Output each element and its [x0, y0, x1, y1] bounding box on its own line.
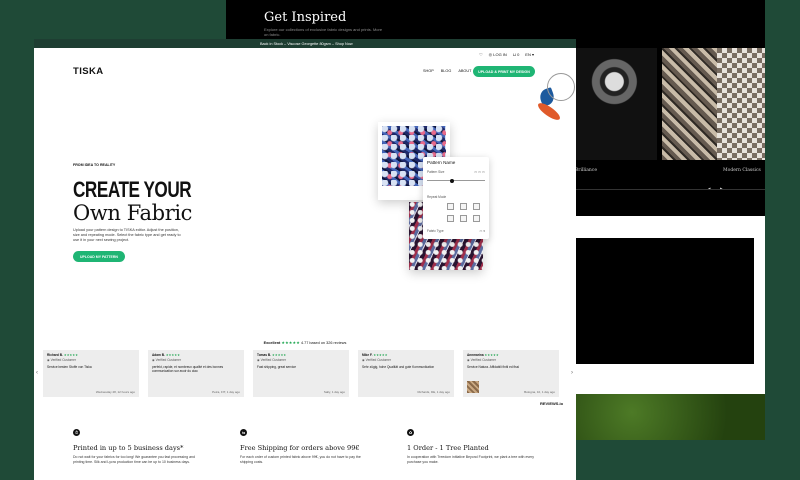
review-date: Sally, 1 day ago: [323, 390, 345, 394]
pattern-editor-panel: Pattern Name Pattern Size ▭ ▭ ▭ Repeat Mo…: [423, 157, 489, 239]
feature-description: For each order of custom printed fabric …: [240, 455, 361, 464]
feature-description: Do not wait for your fabrics for too lon…: [73, 455, 195, 464]
upload-print-design-button[interactable]: UPLOAD & PRINT MY DESIGN: [473, 66, 535, 77]
announcement-bar[interactable]: Back in Stock – Viscose Georgette 80gsm …: [34, 39, 576, 48]
top-utility-bar: ♡ ◎ LOG IN ⊔ 0 EN ▾: [34, 48, 576, 61]
nav-item-about[interactable]: ABOUT: [458, 69, 471, 73]
feature-fast-printing: ⏱ Printed in up to 5 business days* Do n…: [73, 429, 203, 465]
tree-icon: ✿: [407, 429, 414, 436]
star-icons: ★★★★★: [63, 353, 79, 357]
chevron-down-icon: ▾: [531, 52, 534, 57]
star-icons: ★★★★★: [484, 353, 499, 357]
fabric-type-label: Fabric Type: [427, 229, 444, 233]
site-logo[interactable]: TISKA: [73, 66, 104, 77]
rating-summary: Excellent ★★★★★ 4.77 based on 326 review…: [34, 340, 576, 345]
decorative-line-art-icon: [547, 73, 575, 101]
main-navigation: TISKA SHOP BLOG ABOUT UPLOAD & PRINT MY …: [34, 66, 576, 78]
feature-tree-planted: ✿ 1 Order - 1 Tree Planted In cooperatio…: [407, 429, 537, 465]
cart-link[interactable]: ⊔ 0: [513, 52, 519, 57]
review-card[interactable]: Mike F. ★★★★★ ◉ Verified Customer Sehr z…: [358, 350, 454, 397]
back-page-subtitle: Explore our collections of exclusive fab…: [264, 27, 383, 37]
review-text: Fast shipping, great service: [257, 365, 296, 369]
hero-title-line2: Own Fabric: [73, 201, 193, 225]
star-icons: ★★★★★: [272, 353, 287, 357]
review-text: Service besten Stoffe von Tiska: [47, 365, 92, 369]
hero-title-line1: CREATE YOUR: [73, 177, 192, 202]
login-link[interactable]: ◎ LOG IN: [489, 52, 507, 57]
review-card[interactable]: Tomas B. ★★★★★ ◉ Verified Customer Fast …: [253, 350, 349, 397]
inspiration-photo-closeup[interactable]: [662, 48, 718, 160]
repeat-option-4[interactable]: [447, 215, 454, 222]
feature-title: 1 Order - 1 Tree Planted: [407, 444, 489, 452]
hero-description: Upload your pattern design to TISKA edit…: [73, 228, 181, 242]
feature-title: Printed in up to 5 business days*: [73, 444, 184, 452]
repeat-option-3[interactable]: [473, 203, 480, 210]
repeat-option-1[interactable]: [447, 203, 454, 210]
heart-icon[interactable]: ♡: [479, 52, 483, 57]
star-icons: ★★★★★: [373, 353, 388, 357]
reviews-io-logo[interactable]: REVIEWS.io: [540, 401, 563, 406]
reviews-prev-icon[interactable]: ‹: [36, 370, 38, 376]
inspiration-photo-model[interactable]: [575, 48, 657, 160]
pattern-size-label: Pattern Size: [427, 170, 445, 174]
editor-title: Pattern Name: [427, 160, 456, 165]
pattern-size-input[interactable]: ▭ ▭ ▭: [474, 170, 485, 174]
divider: [575, 189, 765, 190]
feature-title: Free Shipping for orders above 99€: [240, 444, 360, 452]
review-date: Bologna, 10, 1 day ago: [524, 390, 555, 394]
review-card[interactable]: Annmarina ★★★★★ ◉ Verified Customer Serv…: [463, 350, 559, 397]
back-page-title: Get Inspired: [264, 10, 347, 25]
review-date: Richards, DE, 1 day ago: [417, 390, 450, 394]
review-text: Service Natura. Affidabili finiti ed fis…: [467, 365, 520, 369]
review-card[interactable]: Richard B. ★★★★★ ◉ Verified Customer Ser…: [43, 350, 139, 397]
pattern-size-slider[interactable]: [427, 178, 485, 183]
rating-label: Excellent: [263, 341, 281, 345]
repeat-option-5[interactable]: [460, 215, 467, 222]
clock-icon: ⏱: [73, 429, 80, 436]
repeat-mode-options: [427, 203, 485, 229]
language-selector[interactable]: EN ▾: [525, 52, 534, 57]
feature-description: In cooperation with Treedom initiative B…: [407, 455, 535, 464]
upload-pattern-button[interactable]: UPLOAD MY PATTERN: [73, 251, 125, 262]
reviews-next-icon[interactable]: ›: [571, 370, 573, 376]
nav-menu: SHOP BLOG ABOUT: [423, 69, 471, 73]
inspiration-photo-checks[interactable]: [717, 48, 765, 160]
star-icons: ★★★★★: [165, 353, 181, 357]
back-forest-image: [575, 394, 765, 440]
back-caption-1: Brilliance: [575, 168, 597, 173]
review-card[interactable]: Adam B. ★★★★★ ◉ Verified Customer perfek…: [148, 350, 244, 397]
review-date: Petra, FIT, 1 day ago: [212, 390, 240, 394]
rating-stars-icon: ★★★★★: [281, 341, 300, 345]
repeat-option-2[interactable]: [460, 203, 467, 210]
nav-item-blog[interactable]: BLOG: [441, 69, 452, 73]
foreground-browser-window: Back in Stock – Viscose Georgette 80gsm …: [34, 39, 576, 480]
feature-free-shipping: ⇆ Free Shipping for orders above 99€ For…: [240, 429, 370, 465]
review-text: perfekt, rapide, et nombreux qualité et …: [152, 365, 224, 373]
repeat-mode-label: Repeat Mode: [427, 195, 447, 199]
repeat-option-6[interactable]: [473, 215, 480, 222]
review-text: Sehr zügig, hohe Qualität und gute Kommu…: [362, 365, 435, 369]
review-photo-thumbnail[interactable]: [467, 381, 479, 393]
shipping-icon: ⇆: [240, 429, 247, 436]
fabric-type-select[interactable]: ▭ ▾: [480, 229, 486, 233]
back-video-block[interactable]: [575, 238, 754, 364]
back-caption-2: Modern Classics: [723, 168, 761, 173]
rating-score-text: 4.77 based on 326 reviews: [300, 341, 347, 345]
slider-handle[interactable]: [450, 178, 455, 183]
reviews-carousel: ‹ Richard B. ★★★★★ ◉ Verified Customer S…: [36, 350, 573, 398]
hero-kicker: FROM IDEA TO REALITY: [73, 163, 116, 167]
nav-item-shop[interactable]: SHOP: [423, 69, 434, 73]
review-date: Wednesday 28, 12 hours ago: [95, 390, 135, 394]
